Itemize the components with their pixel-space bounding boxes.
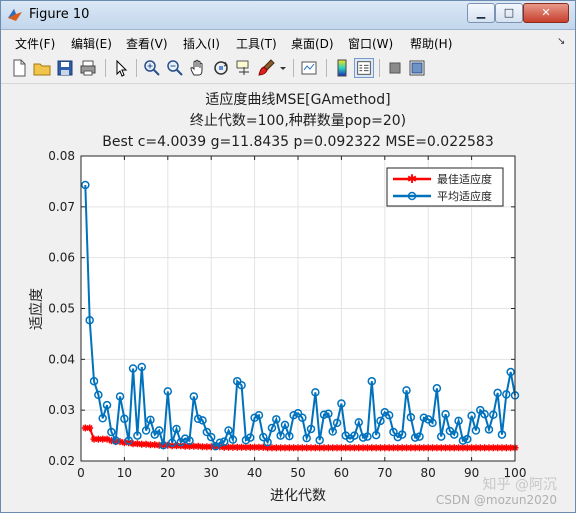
chart-title-line-1: 适应度曲线MSE[GAmethod]: [205, 91, 390, 108]
chart-title-line-3: Best c=4.0039 g=11.8435 p=0.092322 MSE=0…: [102, 134, 494, 150]
zoom-in-icon[interactable]: [142, 58, 162, 78]
x-tick-label: 30: [204, 466, 219, 480]
y-tick-label: 0.06: [48, 251, 75, 265]
toolbar-separator: [136, 59, 137, 77]
menu-tools[interactable]: 工具(T): [236, 35, 277, 52]
y-tick-label: 0.05: [48, 302, 75, 316]
watermark-zhihu: 知乎 @阿沉: [483, 476, 557, 493]
menu-desktop[interactable]: 桌面(D): [291, 35, 334, 52]
y-tick-label: 0.03: [48, 403, 75, 417]
figure-window: Figure 10 ▁ □ ✕ 文件(F) 编辑(E) 查看(V) 插入(I) …: [0, 0, 576, 513]
legend-icon[interactable]: [354, 58, 374, 78]
x-tick-label: 60: [334, 466, 349, 480]
save-icon[interactable]: [55, 58, 75, 78]
menu-help[interactable]: 帮助(H): [410, 35, 452, 52]
data-cursor-icon[interactable]: [234, 58, 254, 78]
y-axis-label: 适应度: [28, 288, 45, 330]
toolbar-separator: [326, 59, 327, 77]
menu-insert[interactable]: 插入(I): [183, 35, 220, 52]
chart-title-line-2: 终止代数=100,种群数量pop=20): [190, 113, 406, 129]
new-figure-icon[interactable]: [9, 58, 29, 78]
y-tick-label: 0.07: [48, 200, 75, 214]
x-tick-label: 70: [377, 466, 392, 480]
watermark-csdn: CSDN @mozun2020: [436, 493, 557, 507]
menu-edit[interactable]: 编辑(E): [71, 35, 112, 52]
print-icon[interactable]: [78, 58, 98, 78]
x-axis-label: 进化代数: [270, 488, 326, 504]
y-tick-label: 0.04: [48, 352, 75, 366]
window-title: Figure 10: [29, 7, 90, 22]
y-tick-label: 0.08: [48, 149, 75, 163]
zoom-out-icon[interactable]: [165, 58, 185, 78]
title-bar[interactable]: Figure 10 ▁ □ ✕: [1, 1, 575, 30]
x-tick-label: 40: [247, 466, 262, 480]
select-arrow-icon[interactable]: [111, 58, 131, 78]
show-plot-tools-icon[interactable]: [407, 58, 427, 78]
x-tick-label: 90: [464, 466, 479, 480]
brush-icon[interactable]: [257, 58, 277, 78]
fitness-chart: 适应度曲线MSE[GAmethod] 终止代数=100,种群数量pop=20) …: [28, 91, 557, 507]
legend-label-mean: 平均适应度: [437, 189, 492, 203]
x-tick-label: 10: [117, 466, 132, 480]
figure-area: 适应度曲线MSE[GAmethod] 终止代数=100,种群数量pop=20) …: [1, 84, 575, 512]
menu-window[interactable]: 窗口(W): [348, 35, 393, 52]
x-tick-label: 0: [77, 466, 85, 480]
menu-bar: 文件(F) 编辑(E) 查看(V) 插入(I) 工具(T) 桌面(D) 窗口(W…: [1, 30, 575, 54]
toolbar-separator: [105, 59, 106, 77]
matlab-logo-icon: [8, 9, 22, 21]
legend-label-best: 最佳适应度: [437, 172, 492, 186]
legend-marker-best: ✱: [407, 172, 417, 186]
brush-dropdown-icon[interactable]: [278, 58, 288, 78]
menu-file[interactable]: 文件(F): [15, 35, 55, 52]
legend[interactable]: ✱ 最佳适应度 平均适应度: [386, 167, 504, 207]
maximize-button[interactable]: □: [495, 3, 523, 23]
x-tick-label: 50: [290, 466, 305, 480]
y-tick-label: 0.02: [48, 454, 75, 468]
close-button[interactable]: ✕: [523, 3, 569, 23]
figure-toolbar: [1, 55, 575, 84]
toolbar-separator: [379, 59, 380, 77]
x-tick-label: 80: [421, 466, 436, 480]
x-tick-label: 20: [160, 466, 175, 480]
colorbar-icon[interactable]: [332, 58, 352, 78]
link-plot-icon[interactable]: [299, 58, 319, 78]
rotate-3d-icon[interactable]: [211, 58, 231, 78]
menu-overflow-icon[interactable]: ↘: [557, 36, 565, 47]
menu-view[interactable]: 查看(V): [126, 35, 168, 52]
open-file-icon[interactable]: [32, 58, 52, 78]
pan-hand-icon[interactable]: [188, 58, 208, 78]
toolbar-separator: [293, 59, 294, 77]
minimize-button[interactable]: ▁: [467, 3, 495, 23]
hide-plot-tools-icon[interactable]: [385, 58, 405, 78]
